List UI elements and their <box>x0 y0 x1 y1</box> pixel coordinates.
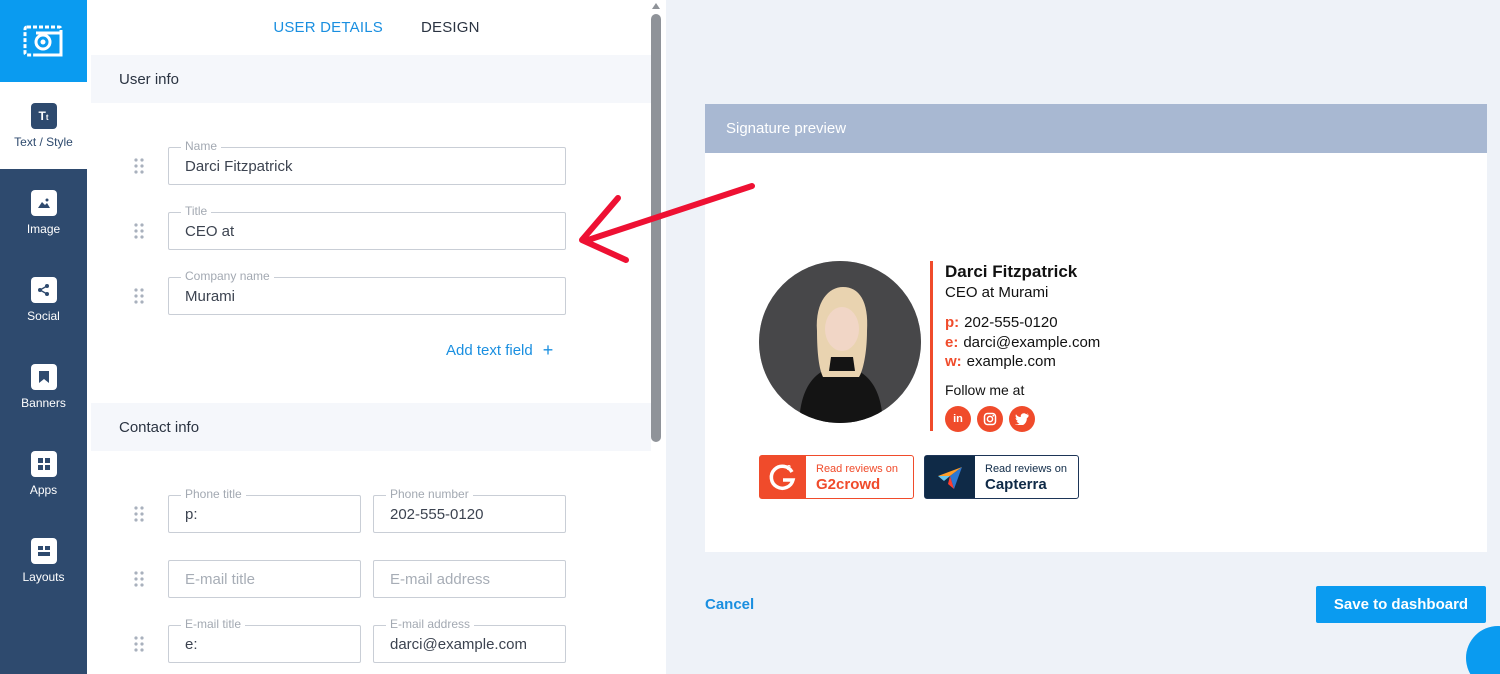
rail-item-label: Layouts <box>22 569 65 584</box>
capterra-logo-icon <box>925 456 975 498</box>
name-field-value: Darci Fitzpatrick <box>185 157 293 175</box>
rail-item-apps[interactable]: Apps <box>0 430 87 517</box>
phone-value: 202-555-0120 <box>964 314 1058 331</box>
signature-name: Darci Fitzpatrick <box>945 262 1078 281</box>
website-value: example.com <box>966 353 1056 370</box>
title-field[interactable]: Title CEO at <box>168 204 566 250</box>
drag-handle-icon[interactable] <box>133 158 145 176</box>
capterra-review-badge[interactable]: Read reviews on Capterra <box>924 455 1079 499</box>
capterra-badge-big-text: Capterra <box>985 476 1047 493</box>
tool-rail: Tt Text / Style Image Social Banners App… <box>0 0 87 674</box>
social-icons: in <box>945 406 1035 432</box>
tab-design[interactable]: DESIGN <box>421 17 480 36</box>
g2-badge-small-text: Read reviews on <box>816 463 898 475</box>
email-title-field[interactable]: E-mail title e: <box>168 617 361 663</box>
capterra-badge-small-text: Read reviews on <box>985 463 1067 475</box>
profile-photo <box>759 261 921 423</box>
add-text-field-link[interactable]: Add text field + <box>446 340 553 361</box>
website-key: w: <box>945 353 962 370</box>
phone-title-label: Phone title <box>181 487 246 501</box>
linkedin-icon[interactable]: in <box>945 406 971 432</box>
rail-item-text-style[interactable]: Tt Text / Style <box>0 82 87 169</box>
rail-item-label: Social <box>27 308 60 323</box>
layout-icon <box>30 537 57 564</box>
email-address-label: E-mail address <box>386 617 475 631</box>
title-field-value: CEO at <box>185 222 235 240</box>
company-name-field-value: Murami <box>185 287 236 305</box>
cancel-button[interactable]: Cancel <box>705 596 754 613</box>
contact-info-header: Contact info <box>91 403 651 451</box>
phone-number-field[interactable]: Phone number 202-555-0120 <box>373 487 566 533</box>
email-title-field-empty[interactable]: E-mail title <box>168 560 361 598</box>
rail-item-image[interactable]: Image <box>0 169 87 256</box>
drag-handle-icon[interactable] <box>133 288 145 306</box>
instagram-icon[interactable] <box>977 406 1003 432</box>
rail-item-label: Banners <box>21 395 66 410</box>
title-field-label: Title <box>181 204 212 218</box>
scroll-up-arrow-icon[interactable] <box>651 2 661 10</box>
phone-key: p: <box>945 314 960 331</box>
signature-title: CEO at Murami <box>945 284 1049 301</box>
add-text-field-label: Add text field <box>446 342 533 359</box>
drag-handle-icon[interactable] <box>133 506 145 524</box>
signature-phone: p: 202-555-0120 <box>945 314 1058 331</box>
email-address-field[interactable]: E-mail address darci@example.com <box>373 617 566 663</box>
signature-preview-card: Signature preview Darci Fitzpatrick CEO … <box>705 104 1487 552</box>
tab-user-details[interactable]: USER DETAILS <box>273 17 383 36</box>
bookmark-icon <box>30 363 57 390</box>
phone-title-value: p: <box>185 505 198 523</box>
rail-item-social[interactable]: Social <box>0 256 87 343</box>
company-name-field-label: Company name <box>181 269 274 283</box>
plus-icon: + <box>542 340 554 360</box>
drag-handle-icon[interactable] <box>133 636 145 654</box>
annotation-arrow-icon <box>579 183 755 263</box>
email-address-placeholder: E-mail address <box>390 570 491 588</box>
phone-title-field[interactable]: Phone title p: <box>168 487 361 533</box>
email-value: darci@example.com <box>963 334 1101 351</box>
phone-number-value: 202-555-0120 <box>390 505 484 523</box>
editor-tabs: USER DETAILS DESIGN <box>87 0 666 52</box>
phone-number-label: Phone number <box>386 487 473 501</box>
email-address-value: darci@example.com <box>390 635 527 653</box>
signature-preview-header: Signature preview <box>705 104 1487 153</box>
twitter-icon[interactable] <box>1009 406 1035 432</box>
app-logo[interactable] <box>0 0 87 82</box>
rail-item-label: Apps <box>29 482 58 497</box>
name-field[interactable]: Name Darci Fitzpatrick <box>168 139 566 185</box>
email-title-placeholder: E-mail title <box>185 570 256 588</box>
share-icon <box>30 276 57 303</box>
drag-handle-icon[interactable] <box>133 223 145 241</box>
editor-panel: USER DETAILS DESIGN User info Name Darci… <box>87 0 666 674</box>
g2crowd-review-badge[interactable]: 2 Read reviews on G2crowd <box>759 455 914 499</box>
email-title-value: e: <box>185 635 198 653</box>
text-style-icon: Tt <box>30 102 57 129</box>
svg-text:2: 2 <box>787 465 791 472</box>
envelope-at-logo-icon <box>23 25 62 57</box>
rail-item-label: Text / Style <box>14 134 73 149</box>
signature-divider <box>930 261 933 431</box>
image-icon <box>30 189 57 216</box>
rail-item-label: Image <box>26 221 61 236</box>
g2-logo-icon: 2 <box>760 456 806 498</box>
email-title-label: E-mail title <box>181 617 246 631</box>
signature-website: w: example.com <box>945 353 1056 370</box>
chat-widget-button[interactable] <box>1466 626 1500 674</box>
email-address-field-empty[interactable]: E-mail address <box>373 560 566 598</box>
signature-email: e: darci@example.com <box>945 334 1100 351</box>
g2-badge-big-text: G2crowd <box>816 476 881 493</box>
follow-text: Follow me at <box>945 382 1025 398</box>
user-info-header: User info <box>91 55 651 103</box>
rail-item-banners[interactable]: Banners <box>0 343 87 430</box>
rail-item-layouts[interactable]: Layouts <box>0 517 87 604</box>
email-key: e: <box>945 334 959 351</box>
name-field-label: Name <box>181 139 222 153</box>
company-name-field[interactable]: Company name Murami <box>168 269 566 315</box>
save-to-dashboard-button[interactable]: Save to dashboard <box>1316 586 1486 623</box>
grid-icon <box>30 450 57 477</box>
drag-handle-icon[interactable] <box>133 571 145 589</box>
